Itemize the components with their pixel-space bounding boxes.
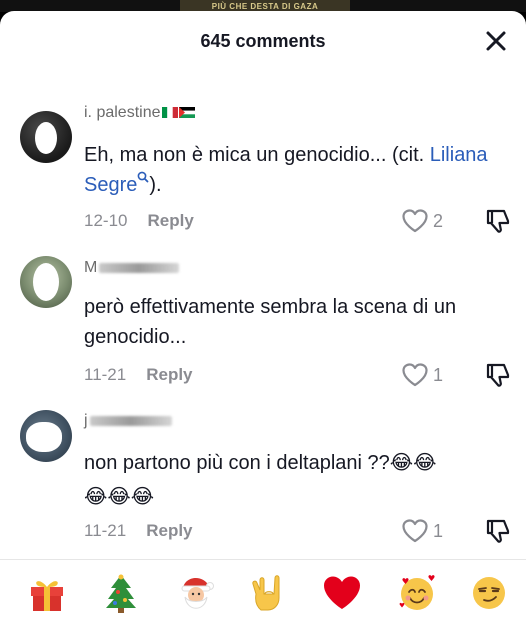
comment-username[interactable]: i. palestine [84, 104, 195, 122]
reply-button[interactable]: Reply [147, 211, 193, 230]
dislike-icon[interactable] [484, 517, 512, 545]
comment-meta: 12-10 Reply [84, 211, 194, 231]
like-count: 1 [433, 365, 444, 385]
like-count: 2 [433, 211, 444, 231]
comment-text: non partono più con i deltaplani ??😂😂 😂😂… [84, 448, 508, 512]
comment-username[interactable]: M [84, 259, 180, 277]
comment-meta: 11-21 Reply [84, 365, 193, 385]
like-button[interactable]: 1 [401, 516, 481, 546]
reply-button[interactable]: Reply [146, 365, 192, 384]
redacted-username [89, 415, 172, 426]
reply-button[interactable]: Reply [146, 521, 192, 540]
close-icon[interactable] [480, 25, 512, 57]
comment-item: M però effettivamente sembra la scena di… [0, 245, 526, 400]
heart-outline-icon [402, 519, 428, 543]
comments-count-title: 645 comments [200, 31, 326, 51]
dislike-icon[interactable] [484, 207, 512, 235]
italy-flag-icon [161, 105, 178, 118]
emoji-quick-bar [0, 559, 526, 623]
gift-icon[interactable] [26, 572, 68, 614]
comment-date: 11-21 [84, 365, 127, 384]
comment-text-line: non partono più con i deltaplani ??😂😂 [84, 452, 437, 474]
comment-date: 11-21 [84, 521, 127, 540]
avatar[interactable] [20, 111, 72, 163]
avatar[interactable] [20, 410, 72, 462]
comment-username[interactable]: j [84, 412, 172, 430]
comments-header: 645 comments [0, 11, 526, 71]
heart-outline-icon [402, 209, 428, 233]
comment-item: i. palestine Eh, ma non è mica un genoci… [0, 95, 526, 245]
like-count: 1 [433, 521, 444, 541]
heart-outline-icon [402, 363, 428, 387]
comment-text: però effettivamente sembra la scena di u… [84, 296, 457, 348]
santa-icon[interactable] [175, 572, 217, 614]
like-button[interactable]: 1 [401, 360, 481, 390]
christmas-tree-icon[interactable] [100, 572, 142, 614]
red-heart-icon[interactable] [321, 572, 363, 614]
redacted-username [99, 262, 180, 273]
comment-text: Eh, ma non è mica un genocidio... (cit. … [84, 144, 488, 196]
palestine-flag-icon [178, 105, 195, 118]
comment-meta: 11-21 Reply [84, 521, 193, 541]
comment-item: j non partono più con i deltaplani ??😂😂 … [0, 400, 526, 555]
love-you-gesture-icon[interactable] [248, 572, 290, 614]
comments-sheet: 645 comments i. palestine Eh, ma non è m… [0, 11, 526, 623]
like-button[interactable]: 2 [401, 206, 481, 236]
search-icon [137, 171, 149, 196]
avatar[interactable] [20, 256, 72, 308]
smirking-face-icon[interactable] [468, 572, 510, 614]
smiling-face-with-hearts-icon[interactable] [396, 572, 438, 614]
dislike-icon[interactable] [484, 361, 512, 389]
comment-text-line: 😂😂😂 [84, 486, 155, 508]
comment-date: 12-10 [84, 211, 128, 230]
